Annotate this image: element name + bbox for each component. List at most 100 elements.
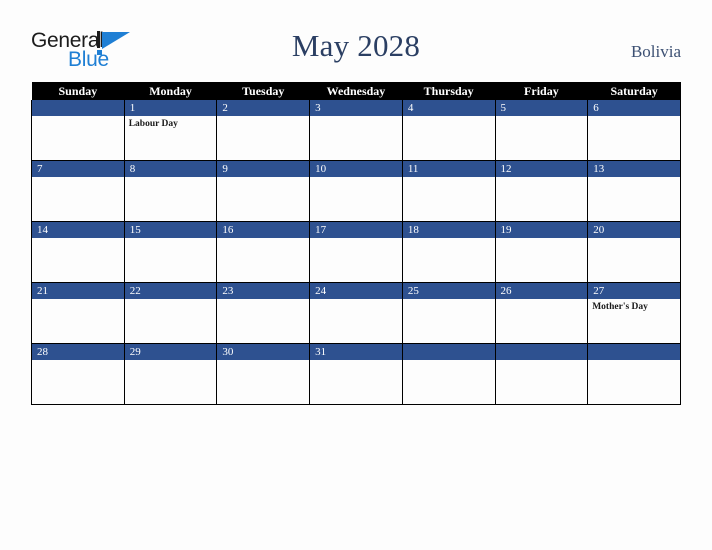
day-events	[217, 360, 309, 363]
calendar-day-cell[interactable]: 7	[31, 160, 125, 222]
calendar-day-cell[interactable]: 21	[31, 282, 125, 344]
calendar-day-cell[interactable]: 9	[216, 160, 311, 222]
calendar-day-cell[interactable]: 27 Mother's Day	[587, 282, 681, 344]
day-events	[588, 177, 680, 180]
weekday-header-friday: Friday	[495, 82, 588, 100]
day-events	[496, 360, 588, 363]
calendar-day-cell[interactable]: 22	[123, 282, 218, 344]
day-number: 28	[32, 344, 124, 360]
day-number: 25	[402, 283, 495, 299]
day-number: 22	[124, 283, 217, 299]
day-number: 24	[310, 283, 402, 299]
weekday-header-tuesday: Tuesday	[216, 82, 310, 100]
day-number: 31	[310, 344, 402, 360]
day-events	[588, 116, 680, 119]
day-number: 26	[495, 283, 588, 299]
calendar-day-cell[interactable]: 8	[123, 160, 218, 222]
day-events	[125, 360, 217, 363]
day-events	[217, 299, 309, 302]
day-events	[403, 177, 495, 180]
calendar-day-cell[interactable]: 19	[494, 221, 589, 283]
day-number: 14	[32, 222, 124, 238]
day-number: 3	[310, 100, 402, 116]
day-number: 17	[310, 222, 402, 238]
calendar-day-cell[interactable]	[494, 343, 589, 405]
day-number	[495, 344, 588, 360]
calendar-day-cell[interactable]: 12	[494, 160, 589, 222]
day-number: 8	[124, 161, 217, 177]
calendar-day-cell[interactable]: 16	[216, 221, 311, 283]
calendar-day-cell[interactable]: 26	[494, 282, 589, 344]
calendar-week-row: 28 29 30 31	[31, 343, 681, 405]
calendar-day-cell[interactable]: 18	[401, 221, 496, 283]
weekday-header-monday: Monday	[124, 82, 217, 100]
day-number: 9	[217, 161, 310, 177]
day-number: 10	[310, 161, 402, 177]
day-events	[32, 177, 124, 180]
calendar-day-cell[interactable]: 4	[401, 100, 496, 161]
calendar-day-cell[interactable]: 24	[309, 282, 403, 344]
calendar-week-row: 14 15 16 17 18 19 20	[31, 221, 681, 283]
day-events	[496, 299, 588, 302]
day-events	[32, 299, 124, 302]
calendar-day-cell[interactable]: 30	[216, 343, 311, 405]
day-number: 20	[588, 222, 680, 238]
day-number: 23	[217, 283, 310, 299]
day-events	[310, 360, 402, 363]
calendar-week-row: 21 22 23 24 25 26 27 Mother's Day	[31, 282, 681, 344]
day-number: 29	[124, 344, 217, 360]
calendar-day-cell[interactable]	[401, 343, 496, 405]
calendar-day-cell[interactable]: 28	[31, 343, 125, 405]
calendar-day-cell[interactable]: 10	[309, 160, 403, 222]
page-title: May 2028	[291, 28, 421, 63]
calendar-day-cell[interactable]: 15	[123, 221, 218, 283]
calendar-day-cell[interactable]: 20	[587, 221, 681, 283]
day-number: 7	[32, 161, 124, 177]
day-events	[125, 238, 217, 241]
day-events	[217, 116, 309, 119]
calendar-day-cell[interactable]: 6	[587, 100, 681, 161]
day-events	[32, 238, 124, 241]
calendar-week-row: 1 Labour Day 2 3 4 5 6	[31, 100, 681, 161]
day-events	[125, 177, 217, 180]
holiday-label: Labour Day	[128, 119, 178, 129]
weekday-header-thursday: Thursday	[402, 82, 496, 100]
calendar-day-cell[interactable]: 17	[309, 221, 403, 283]
calendar-day-cell[interactable]: 5	[494, 100, 589, 161]
day-events	[403, 116, 495, 119]
calendar-day-cell[interactable]: 11	[401, 160, 496, 222]
calendar-day-cell[interactable]: 31	[309, 343, 403, 405]
country-label: Bolivia	[630, 42, 681, 61]
calendar-day-cell[interactable]	[31, 100, 125, 161]
day-number: 2	[217, 100, 310, 116]
calendar-day-cell[interactable]: 29	[123, 343, 218, 405]
day-number: 6	[588, 100, 680, 116]
day-events	[125, 299, 217, 302]
calendar-day-cell[interactable]: 1 Labour Day	[123, 100, 218, 161]
day-number: 11	[402, 161, 495, 177]
calendar-day-cell[interactable]: 2	[216, 100, 311, 161]
calendar-day-cell[interactable]: 14	[31, 221, 125, 283]
calendar-day-cell[interactable]	[587, 343, 681, 405]
calendar-day-cell[interactable]: 25	[401, 282, 496, 344]
calendar-grid: Sunday Monday Tuesday Wednesday Thursday…	[31, 82, 681, 405]
weekday-header-wednesday: Wednesday	[309, 82, 403, 100]
day-events	[310, 116, 402, 119]
day-events	[32, 360, 124, 363]
weekday-header-row: Sunday Monday Tuesday Wednesday Thursday…	[31, 82, 681, 100]
day-events	[310, 177, 402, 180]
day-number: 27	[588, 283, 680, 299]
calendar-day-cell[interactable]: 23	[216, 282, 311, 344]
day-events	[32, 116, 124, 119]
day-events	[403, 299, 495, 302]
calendar-day-cell[interactable]: 13	[587, 160, 681, 222]
day-number	[402, 344, 495, 360]
calendar-day-cell[interactable]: 3	[309, 100, 403, 161]
day-number: 30	[217, 344, 310, 360]
day-events	[496, 238, 588, 241]
day-events: Labour Day	[125, 116, 217, 130]
day-events	[588, 360, 680, 363]
day-events	[496, 177, 588, 180]
day-events	[310, 238, 402, 241]
day-number: 4	[402, 100, 495, 116]
